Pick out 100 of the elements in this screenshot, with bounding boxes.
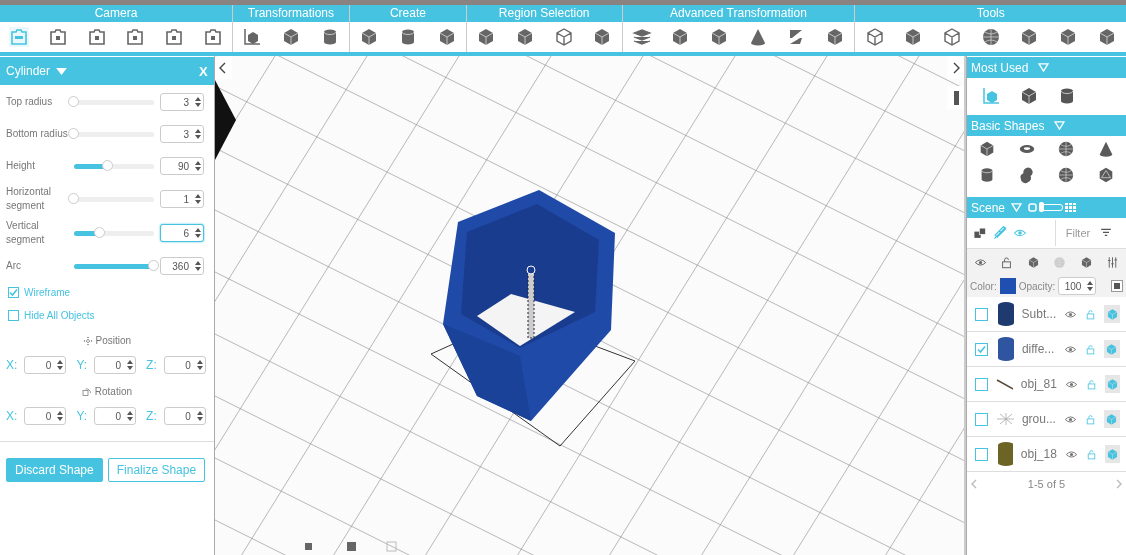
checkbox[interactable] xyxy=(8,310,19,321)
checkbox[interactable] xyxy=(975,412,988,426)
number-field[interactable]: 3 xyxy=(160,93,204,111)
bar-icon xyxy=(951,89,960,106)
view-mode-icon[interactable] xyxy=(346,542,356,551)
field-label: Bottom radius xyxy=(6,127,69,141)
slider-thumb[interactable] xyxy=(68,192,79,204)
number-field[interactable]: 360 xyxy=(160,257,204,275)
object-row[interactable]: obj_81 xyxy=(967,367,1126,402)
axis-label: X: xyxy=(6,409,18,423)
spinner-icon xyxy=(196,360,203,370)
checkbox[interactable] xyxy=(975,342,988,356)
spinner-icon xyxy=(195,228,201,238)
field-label: Opacity: xyxy=(1018,280,1056,292)
spinner-icon xyxy=(195,97,201,107)
axis-label: Z: xyxy=(146,409,157,423)
sphere-icon[interactable] xyxy=(1057,140,1076,158)
camera-icon[interactable] xyxy=(48,27,68,47)
spinner-icon xyxy=(127,411,134,421)
number-field[interactable]: 0 xyxy=(94,407,137,425)
squares-icon[interactable] xyxy=(973,226,987,240)
slider-thumb[interactable] xyxy=(102,159,114,171)
cube-icon[interactable] xyxy=(1079,255,1093,269)
color-swatch[interactable] xyxy=(999,278,1016,294)
toolbar-group-label: Region Selection xyxy=(466,5,622,22)
spinner-icon xyxy=(195,261,201,271)
number-field[interactable]: 0 xyxy=(24,407,67,425)
object-name: obj_18 xyxy=(1020,447,1057,461)
number-field[interactable]: 0 xyxy=(94,356,137,374)
camera-icon[interactable] xyxy=(163,27,184,47)
field-label: Height xyxy=(6,159,36,173)
layers-icon[interactable] xyxy=(631,27,652,47)
panel-title: Most Used xyxy=(971,60,1029,75)
slider-thumb[interactable] xyxy=(148,259,159,271)
checkbox[interactable] xyxy=(975,307,988,321)
number-field[interactable]: 90 xyxy=(160,157,204,175)
wireframe-cube-icon[interactable] xyxy=(553,27,574,47)
wireframe-cube-icon[interactable] xyxy=(864,27,885,47)
caret-icon xyxy=(1054,121,1066,130)
wireframe-cube-icon[interactable] xyxy=(942,27,963,47)
axis-label: Y: xyxy=(76,409,88,423)
field-label: Vertical segment xyxy=(6,219,46,247)
chevron-left-icon xyxy=(219,61,228,74)
square-icon xyxy=(1028,203,1038,212)
camera-icon[interactable] xyxy=(202,27,223,47)
pagination-label: 1-5 of 5 xyxy=(1027,478,1066,490)
object-row[interactable]: obj_18 xyxy=(967,437,1126,472)
number-field[interactable]: 100 xyxy=(1058,277,1097,295)
view-mode-icon[interactable] xyxy=(304,543,312,550)
move-icon xyxy=(82,335,93,346)
number-field[interactable]: 0 xyxy=(163,356,206,374)
spinner-icon xyxy=(195,194,201,204)
checkbox[interactable] xyxy=(8,287,19,298)
caret-icon xyxy=(1038,63,1050,72)
axis-label: Z: xyxy=(146,358,157,372)
object-row[interactable]: grou... xyxy=(967,402,1126,437)
number-field[interactable]: 3 xyxy=(160,125,204,143)
number-field[interactable]: 0 xyxy=(24,356,67,374)
section-label: Position xyxy=(95,335,132,346)
number-field[interactable]: 0 xyxy=(163,407,206,425)
checkbox[interactable] xyxy=(975,447,988,461)
object-name: obj_81 xyxy=(1020,377,1057,391)
view-toggle[interactable] xyxy=(1028,203,1077,212)
object-row[interactable]: diffe... xyxy=(967,332,1126,367)
cube-icon xyxy=(1105,307,1119,321)
toolbar-group-label: Create xyxy=(349,5,466,22)
camera-icon[interactable] xyxy=(125,27,146,47)
axes-cube-icon[interactable] xyxy=(242,27,263,47)
cube-icon[interactable] xyxy=(1019,86,1039,106)
sliders-icon[interactable] xyxy=(1106,255,1120,269)
collapse-right-button[interactable] xyxy=(947,56,964,79)
spinner-icon xyxy=(195,161,201,171)
lock-icon[interactable] xyxy=(1000,255,1014,269)
panel-title: Cylinder xyxy=(6,64,50,78)
panel-toggle-button[interactable] xyxy=(947,86,964,109)
stop-button[interactable] xyxy=(1111,280,1123,292)
number-field[interactable]: 6 xyxy=(160,224,204,242)
number-field[interactable]: 1 xyxy=(160,190,204,208)
axis-label: X: xyxy=(6,358,18,372)
object-name: grou... xyxy=(1021,412,1056,426)
slider-thumb[interactable] xyxy=(68,95,79,107)
slider-thumb[interactable] xyxy=(68,127,79,139)
hexagonal-pot-drawing[interactable] xyxy=(430,190,636,447)
cube-icon xyxy=(1105,377,1119,391)
checkbox[interactable] xyxy=(975,377,988,391)
slider-thumb[interactable] xyxy=(94,226,106,238)
object-row[interactable]: Subt... xyxy=(967,297,1126,332)
sphere-icon[interactable] xyxy=(1057,166,1076,184)
spinner-icon xyxy=(127,360,134,370)
toolbar-group-label: Transformations xyxy=(232,5,349,22)
object-name: Subt... xyxy=(1021,307,1057,321)
filter-icon[interactable] xyxy=(1100,227,1112,239)
chevron-right-icon xyxy=(951,61,960,74)
caret-icon xyxy=(56,66,67,76)
field-label: Arc xyxy=(6,259,22,273)
sphere-icon[interactable] xyxy=(980,27,1001,47)
cube-icon[interactable] xyxy=(1026,255,1040,269)
camera-icon[interactable] xyxy=(86,27,107,47)
section-label: Rotation xyxy=(94,386,132,397)
cube-icon xyxy=(1105,412,1119,426)
